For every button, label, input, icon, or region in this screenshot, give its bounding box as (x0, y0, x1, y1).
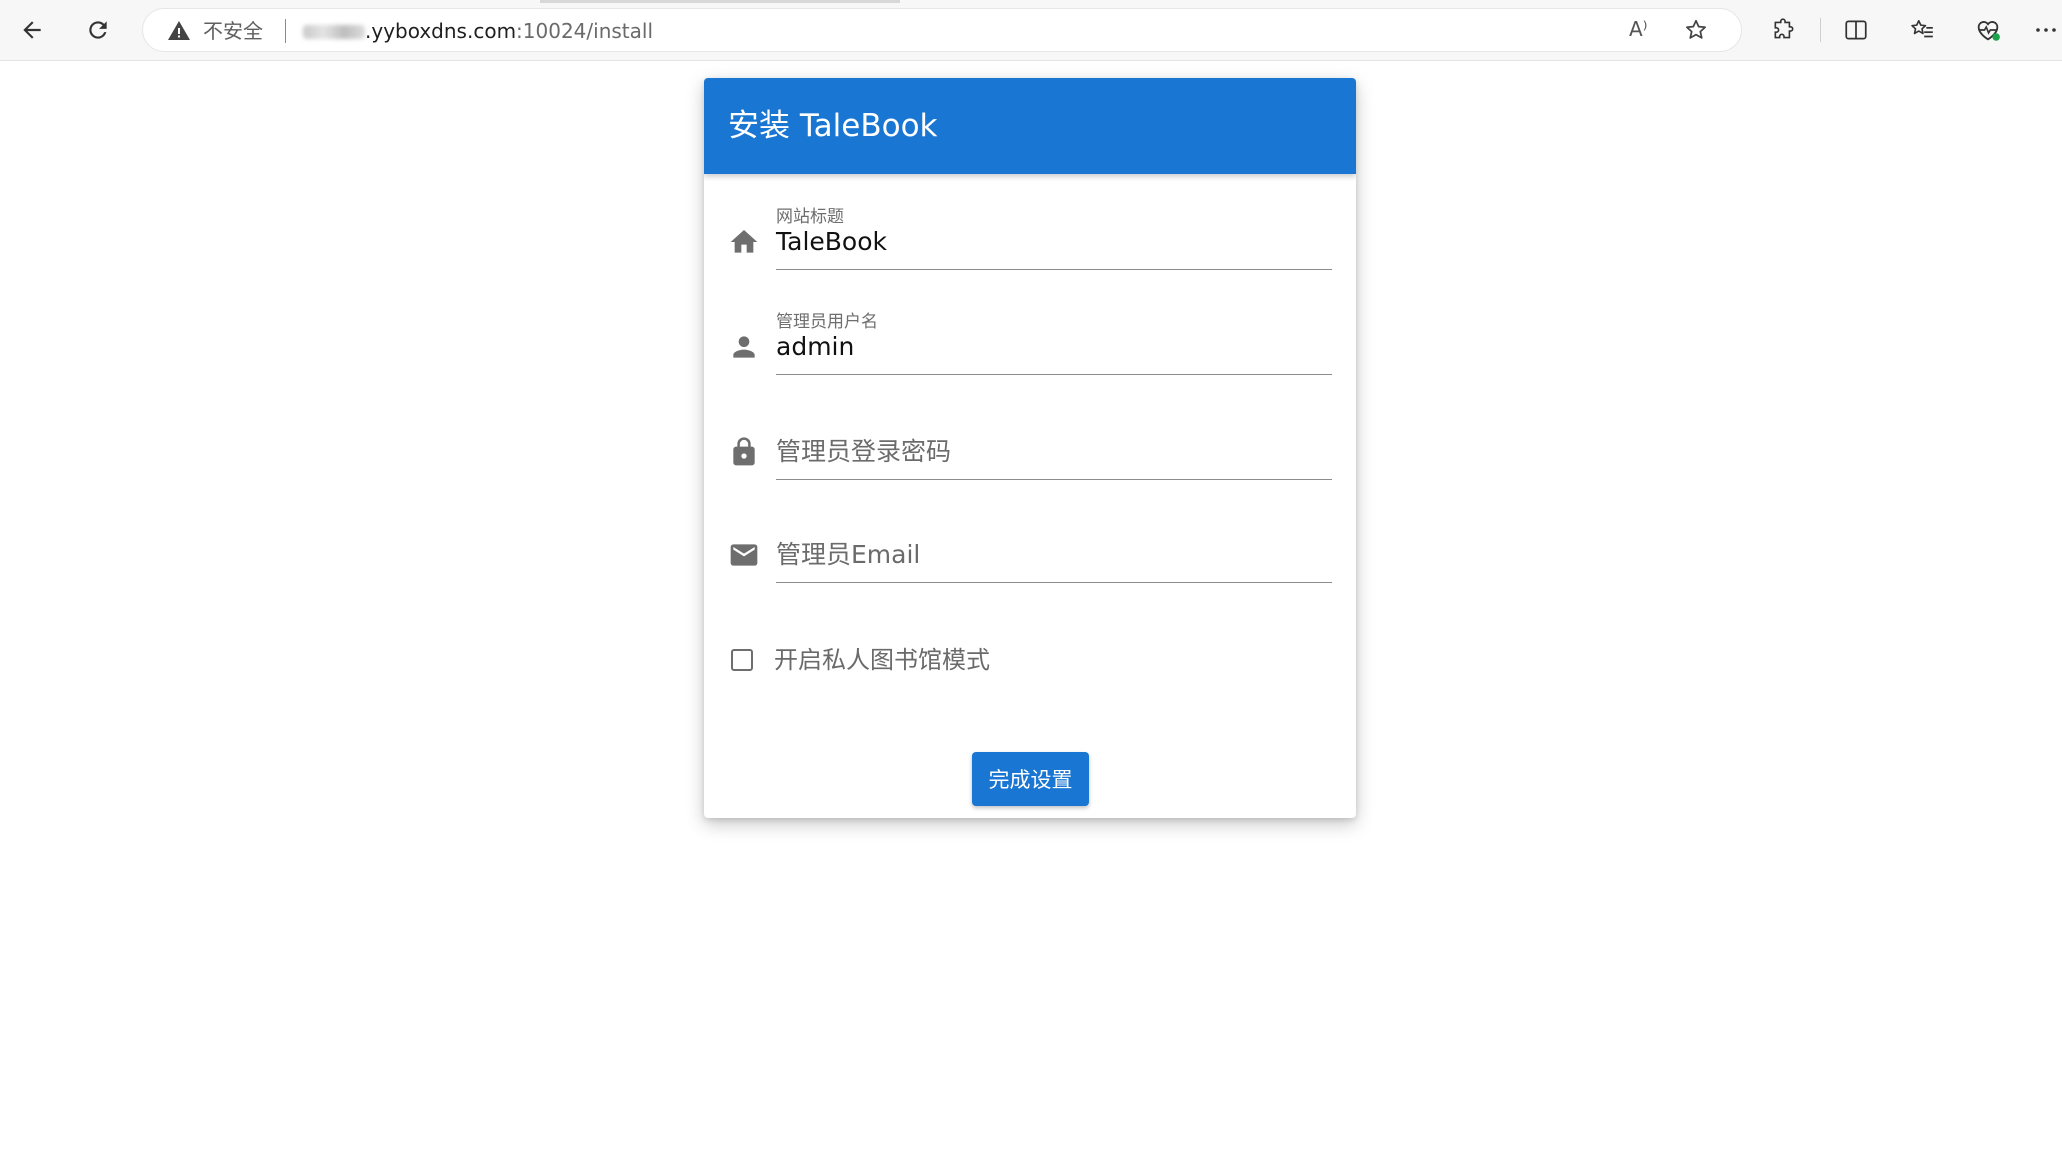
install-card: 安装 TaleBook 网站标题 TaleBook 管理员用户名 admin 管… (704, 78, 1356, 818)
split-screen-button[interactable] (1834, 8, 1878, 52)
page-title: 安装 TaleBook (728, 108, 938, 144)
admin-username-field[interactable]: 管理员用户名 admin (704, 303, 1356, 383)
card-header: 安装 TaleBook (704, 78, 1356, 174)
back-arrow-icon (23, 21, 41, 39)
warning-icon (168, 21, 190, 40)
tab-indicator (540, 0, 900, 3)
not-secure-label[interactable]: 不安全 (203, 19, 263, 43)
star-icon[interactable] (1683, 17, 1709, 43)
favorites-list-icon (1911, 19, 1933, 38)
address-divider (285, 19, 286, 43)
browser-toolbar: 不安全 .yyboxdns.com:10024/install A⁾ (0, 0, 2062, 61)
url-host: .yyboxdns.com (365, 19, 517, 43)
admin-username-input[interactable]: admin (776, 331, 854, 363)
private-mode-checkbox[interactable]: 开启私人图书馆模式 (704, 643, 1356, 683)
more-button[interactable] (2030, 8, 2062, 52)
back-button[interactable] (10, 8, 54, 52)
admin-password-input[interactable]: 管理员登录密码 (776, 436, 951, 468)
site-title-underline (776, 269, 1332, 270)
favorites-button[interactable] (1900, 8, 1944, 52)
redacted-subdomain (303, 25, 365, 39)
admin-email-field[interactable]: 管理员Email (704, 513, 1356, 593)
url-text[interactable]: .yyboxdns.com:10024/install (365, 18, 653, 44)
refresh-icon (89, 21, 107, 39)
mail-icon (730, 544, 758, 566)
site-title-field[interactable]: 网站标题 TaleBook (704, 198, 1356, 278)
admin-password-underline (776, 479, 1332, 480)
admin-password-field[interactable]: 管理员登录密码 (704, 408, 1356, 488)
admin-username-underline (776, 374, 1332, 375)
more-icon (2036, 28, 2056, 32)
browser-essentials-icon (1977, 21, 2000, 41)
finish-setup-button[interactable]: 完成设置 (972, 752, 1089, 806)
checkbox-icon[interactable] (731, 649, 753, 671)
address-bar[interactable]: 不安全 .yyboxdns.com:10024/install A⁾ (142, 8, 1742, 52)
split-screen-icon (1845, 20, 1867, 40)
admin-email-underline (776, 582, 1332, 583)
home-icon (730, 230, 758, 253)
site-title-label: 网站标题 (776, 207, 844, 227)
toolbar-divider (1820, 18, 1821, 42)
private-mode-label[interactable]: 开启私人图书馆模式 (774, 643, 990, 677)
lock-icon (733, 437, 755, 466)
refresh-button[interactable] (76, 8, 120, 52)
site-title-input[interactable]: TaleBook (776, 226, 887, 258)
extensions-button[interactable] (1762, 8, 1806, 52)
browser-essentials-button[interactable] (1966, 8, 2010, 52)
read-aloud-icon[interactable]: A⁾ (1629, 17, 1648, 41)
person-icon (733, 336, 755, 358)
extensions-icon (1774, 18, 1794, 39)
admin-username-label: 管理员用户名 (776, 312, 878, 332)
admin-email-input[interactable]: 管理员Email (776, 539, 920, 571)
url-path: :10024/install (516, 19, 654, 43)
